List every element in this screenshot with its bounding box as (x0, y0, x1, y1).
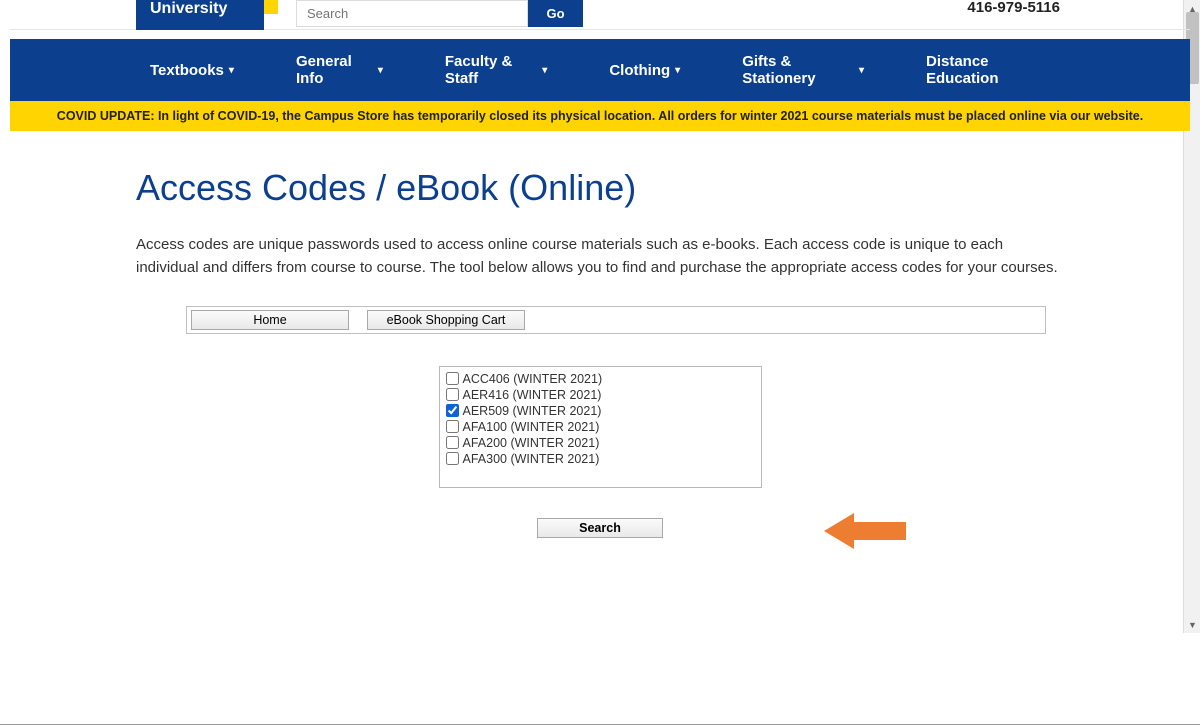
course-label: AFA300 (WINTER 2021) (463, 452, 600, 466)
scroll-down-arrow-icon[interactable]: ▼ (1184, 616, 1200, 633)
chevron-down-icon: ▾ (229, 65, 234, 76)
main-nav: Textbooks ▾ General Info ▾ Faculty & Staff… (10, 39, 1190, 101)
search-area: Search (136, 518, 1064, 558)
nav-distance-education[interactable]: Distance Education (926, 53, 1050, 87)
main-content: Access Codes / eBook (Online) Access cod… (10, 131, 1190, 598)
bottom-divider (0, 724, 1200, 725)
course-row[interactable]: AFA200 (WINTER 2021) (446, 435, 755, 451)
nav-clothing[interactable]: Clothing ▾ (609, 53, 680, 87)
course-checkbox[interactable] (446, 436, 459, 449)
course-checkbox[interactable] (446, 452, 459, 465)
tab-cart-button[interactable]: eBook Shopping Cart (367, 310, 525, 330)
phone-number: 416-979-5116 (967, 0, 1060, 15)
course-checkbox[interactable] (446, 420, 459, 433)
course-label: AER416 (WINTER 2021) (463, 388, 602, 402)
course-label: AER509 (WINTER 2021) (463, 404, 602, 418)
logo-accent (264, 0, 278, 14)
page-intro: Access codes are unique passwords used t… (136, 233, 1064, 280)
site-logo[interactable]: University (136, 0, 264, 30)
tab-home-button[interactable]: Home (191, 310, 349, 330)
chevron-down-icon: ▾ (859, 65, 864, 76)
course-listbox[interactable]: ACC406 (WINTER 2021) AER416 (WINTER 2021… (439, 366, 762, 488)
course-checkbox[interactable] (446, 388, 459, 401)
tool-tabs: Home eBook Shopping Cart (187, 307, 1045, 333)
nav-general-info[interactable]: General Info ▾ (296, 53, 383, 87)
site-search: Go (296, 0, 583, 27)
course-row[interactable]: AFA100 (WINTER 2021) (446, 419, 755, 435)
chevron-down-icon: ▾ (378, 65, 383, 76)
chevron-down-icon: ▾ (675, 65, 680, 76)
search-go-button[interactable]: Go (528, 0, 583, 27)
course-checkbox[interactable] (446, 372, 459, 385)
course-row[interactable]: ACC406 (WINTER 2021) (446, 371, 755, 387)
course-label: AFA100 (WINTER 2021) (463, 420, 600, 434)
course-label: ACC406 (WINTER 2021) (463, 372, 603, 386)
nav-label: General Info (296, 53, 373, 87)
top-bar: University Go 416-979-5116 (10, 0, 1190, 30)
course-search-button[interactable]: Search (537, 518, 663, 538)
course-label: AFA200 (WINTER 2021) (463, 436, 600, 450)
nav-label: Textbooks (150, 62, 224, 79)
ebook-tool-frame: Home eBook Shopping Cart (186, 306, 1046, 334)
search-input[interactable] (296, 0, 528, 27)
covid-notice: COVID UPDATE: In light of COVID-19, the … (10, 101, 1190, 131)
nav-label: Distance Education (926, 53, 1050, 87)
course-row[interactable]: AER509 (WINTER 2021) (446, 403, 755, 419)
course-checkbox[interactable] (446, 404, 459, 417)
nav-label: Clothing (609, 62, 670, 79)
nav-label: Faculty & Staff (445, 53, 537, 87)
chevron-down-icon: ▾ (542, 65, 547, 76)
nav-label: Gifts & Stationery (742, 53, 854, 87)
nav-textbooks[interactable]: Textbooks ▾ (150, 53, 234, 87)
course-row[interactable]: AFA300 (WINTER 2021) (446, 451, 755, 467)
logo-text: University (150, 0, 227, 18)
nav-faculty-staff[interactable]: Faculty & Staff ▾ (445, 53, 547, 87)
nav-gifts-stationery[interactable]: Gifts & Stationery ▾ (742, 53, 864, 87)
page-title: Access Codes / eBook (Online) (136, 167, 1064, 209)
annotation-arrow-icon (824, 510, 906, 552)
course-row[interactable]: AER416 (WINTER 2021) (446, 387, 755, 403)
